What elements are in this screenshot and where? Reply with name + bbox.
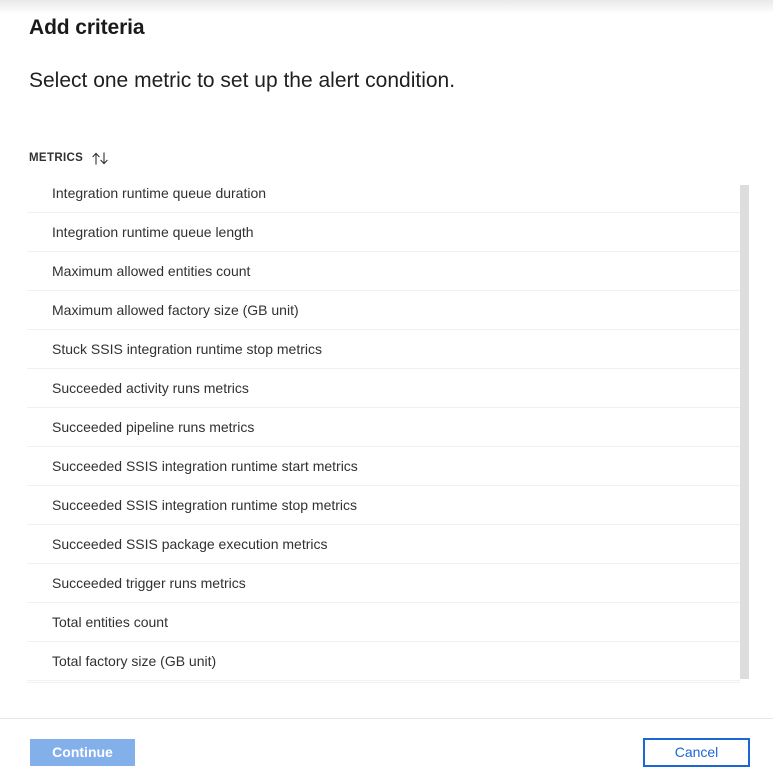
page-subtitle: Select one metric to set up the alert co… bbox=[29, 69, 456, 92]
page-title: Add criteria bbox=[29, 16, 145, 39]
metrics-list[interactable]: Integration runtime queue duration Integ… bbox=[27, 174, 748, 683]
list-item[interactable]: Succeeded SSIS integration runtime start… bbox=[27, 446, 740, 485]
metric-label: Succeeded SSIS package execution metrics bbox=[52, 536, 328, 552]
metric-label: Total entities count bbox=[52, 614, 168, 630]
list-item[interactable]: Maximum allowed factory size (GB unit) bbox=[27, 290, 740, 329]
cancel-button[interactable]: Cancel bbox=[643, 738, 750, 767]
metrics-list-scrollbar[interactable] bbox=[740, 174, 749, 683]
metric-label: Integration runtime queue duration bbox=[52, 185, 267, 201]
list-item[interactable]: Total factory size (GB unit) bbox=[27, 641, 740, 680]
add-criteria-blade: Add criteria Select one metric to set up… bbox=[0, 0, 773, 784]
footer-divider bbox=[0, 718, 773, 719]
list-item[interactable]: Stuck SSIS integration runtime stop metr… bbox=[27, 329, 740, 368]
metric-label: Integration runtime queue length bbox=[52, 224, 254, 240]
metrics-list-inner: Integration runtime queue duration Integ… bbox=[27, 174, 740, 683]
list-item[interactable]: Maximum allowed entities count bbox=[27, 251, 740, 290]
list-item[interactable]: Integration runtime queue duration bbox=[27, 174, 740, 212]
metrics-column-label: METRICS bbox=[29, 152, 84, 164]
sort-ascending-descending-icon[interactable] bbox=[92, 151, 109, 165]
list-bottom-divider bbox=[27, 682, 740, 683]
metrics-column-header: METRICS bbox=[29, 148, 109, 168]
metric-label: Maximum allowed factory size (GB unit) bbox=[52, 302, 299, 318]
metric-label: Succeeded activity runs metrics bbox=[52, 380, 249, 396]
list-item[interactable]: Succeeded trigger runs metrics bbox=[27, 563, 740, 602]
metric-label: Succeeded pipeline runs metrics bbox=[52, 419, 255, 435]
metric-label: Succeeded trigger runs metrics bbox=[52, 575, 246, 591]
list-item[interactable]: Succeeded SSIS package execution metrics bbox=[27, 524, 740, 563]
scrollbar-thumb[interactable] bbox=[740, 185, 749, 679]
metric-label: Maximum allowed entities count bbox=[52, 263, 251, 279]
metric-label: Succeeded SSIS integration runtime stop … bbox=[52, 497, 358, 513]
list-item[interactable]: Succeeded SSIS integration runtime stop … bbox=[27, 485, 740, 524]
list-item[interactable]: Total entities count bbox=[27, 602, 740, 641]
metric-label: Total factory size (GB unit) bbox=[52, 653, 217, 669]
list-item[interactable]: Succeeded pipeline runs metrics bbox=[27, 407, 740, 446]
metric-label: Stuck SSIS integration runtime stop metr… bbox=[52, 341, 322, 357]
metric-label: Succeeded SSIS integration runtime start… bbox=[52, 458, 358, 474]
list-item[interactable]: Integration runtime queue length bbox=[27, 212, 740, 251]
list-item[interactable]: Succeeded activity runs metrics bbox=[27, 368, 740, 407]
continue-button[interactable]: Continue bbox=[30, 739, 135, 766]
